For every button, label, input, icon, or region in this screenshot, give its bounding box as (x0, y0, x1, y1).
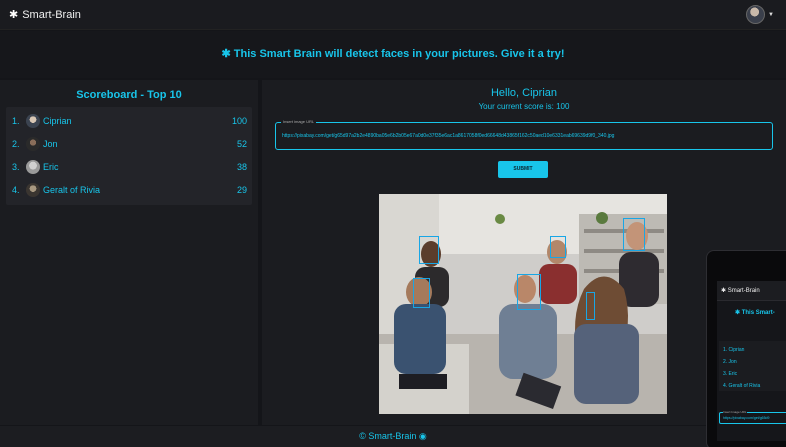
brand-name: Smart-Brain (22, 8, 81, 21)
avatar[interactable] (746, 5, 766, 24)
list-item: 3. Eric (723, 371, 738, 377)
device-url-label: Insert Image URL (723, 410, 747, 414)
list-item: 1. Ciprian (723, 347, 745, 353)
player-name: Eric (43, 162, 59, 172)
submit-button[interactable]: SUBMIT (498, 161, 548, 178)
list-item: 1. Ciprian 100 (6, 110, 252, 132)
chevron-down-icon[interactable]: ▼ (768, 12, 774, 18)
player-score: 38 (236, 162, 247, 172)
avatar (26, 183, 40, 197)
rank-number: 1. (12, 116, 20, 126)
rank-number: 4. (12, 185, 20, 195)
current-score: Your current score is: 100 (478, 102, 570, 111)
banner-text: ✱ This Smart Brain will detect faces in … (0, 47, 786, 60)
face-bounding-box (550, 236, 566, 258)
image-url-field[interactable]: Insert image URL https://pixabay.com/get… (275, 119, 773, 150)
avatar (26, 137, 40, 151)
footer-text: © Smart-Brain ◉ (0, 431, 786, 442)
image-url-input[interactable]: https://pixabay.com/get/g65d97a2b2e4890b… (282, 133, 614, 139)
detected-image (379, 194, 667, 414)
player-name: Ciprian (43, 116, 72, 126)
footer-copyright: © Smart-Brain (359, 431, 417, 441)
face-bounding-box (623, 218, 645, 251)
scoreboard-panel: Scoreboard - Top 10 1. Ciprian 100 2. Jo… (0, 80, 258, 425)
player-name: Geralt of Rivia (43, 185, 101, 195)
device-banner: ✱ This Smart- (735, 310, 775, 316)
image-url-label: Insert image URL (281, 119, 317, 124)
avatar (26, 114, 40, 128)
avatar (26, 160, 40, 174)
player-score: 100 (231, 116, 247, 126)
footer: © Smart-Brain ◉ (0, 426, 786, 447)
rank-number: 3. (12, 162, 20, 172)
face-bounding-box (586, 292, 595, 320)
face-bounding-box (413, 278, 430, 308)
list-item: 4. Geralt of Rivia 29 (6, 179, 252, 201)
scoreboard-list: 1. Ciprian 100 2. Jon 52 3. Eric 38 4. G… (6, 107, 252, 205)
scoreboard-title: Scoreboard - Top 10 (76, 89, 182, 101)
device-scoreboard: 1. Ciprian 2. Jon 3. Eric 4. Geralt of R… (719, 341, 786, 391)
mobile-device-mockup: ✱ Smart-Brain ✱ This Smart- 1. Ciprian 2… (706, 250, 786, 447)
brain-icon: ✱ (221, 48, 234, 60)
github-icon[interactable]: ◉ (419, 431, 427, 441)
face-bounding-box (419, 236, 439, 264)
rank-number: 2. (12, 139, 20, 149)
device-url-value: https://pixabay.com/get/g65d9 (723, 416, 770, 420)
list-item: 2. Jon (723, 359, 737, 365)
player-name: Jon (43, 139, 58, 149)
device-navbar: ✱ Smart-Brain (717, 281, 786, 301)
intro-banner: ✱ This Smart Brain will detect faces in … (0, 31, 786, 78)
player-score: 29 (236, 185, 247, 195)
user-menu[interactable]: ▼ (746, 5, 774, 24)
top-navbar: ✱ Smart-Brain ▼ (0, 0, 786, 30)
greeting: Hello, Ciprian (490, 87, 558, 99)
list-item: 4. Geralt of Rivia (723, 383, 761, 389)
device-url-field: Insert Image URL https://pixabay.com/get… (719, 410, 786, 424)
device-screen: ✱ Smart-Brain ✱ This Smart- 1. Ciprian 2… (717, 281, 786, 441)
list-item: 2. Jon 52 (6, 133, 252, 155)
face-bounding-box (517, 274, 541, 310)
list-item: 3. Eric 38 (6, 156, 252, 178)
device-brand: ✱ Smart-Brain (721, 288, 760, 294)
player-score: 52 (236, 139, 247, 149)
brand-logo[interactable]: ✱ Smart-Brain (9, 8, 81, 22)
brain-icon: ✱ (9, 9, 19, 21)
banner-message: This Smart Brain will detect faces in yo… (233, 48, 565, 60)
